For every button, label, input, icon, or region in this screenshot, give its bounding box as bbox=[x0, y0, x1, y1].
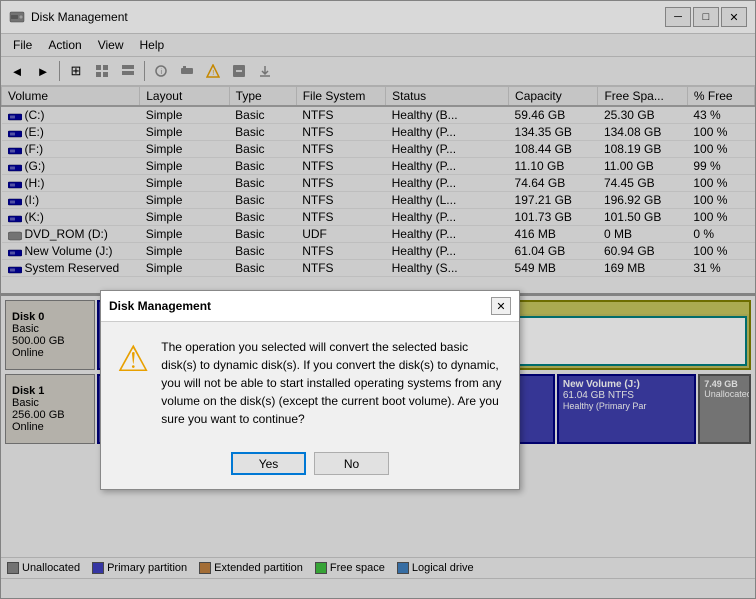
dialog-message: The operation you selected will convert … bbox=[161, 338, 503, 428]
warning-icon: ⚠ bbox=[117, 338, 149, 380]
dialog-close-button[interactable]: ✕ bbox=[491, 297, 511, 315]
dialog-yes-button[interactable]: Yes bbox=[231, 452, 306, 475]
dialog-body: ⚠ The operation you selected will conver… bbox=[101, 322, 519, 444]
dialog-buttons: Yes No bbox=[101, 444, 519, 489]
dialog-overlay: Disk Management ✕ ⚠ The operation you se… bbox=[0, 0, 756, 599]
dialog-title-text: Disk Management bbox=[109, 299, 211, 313]
dialog-no-button[interactable]: No bbox=[314, 452, 389, 475]
disk-management-dialog: Disk Management ✕ ⚠ The operation you se… bbox=[100, 290, 520, 490]
dialog-title-bar: Disk Management ✕ bbox=[101, 291, 519, 322]
